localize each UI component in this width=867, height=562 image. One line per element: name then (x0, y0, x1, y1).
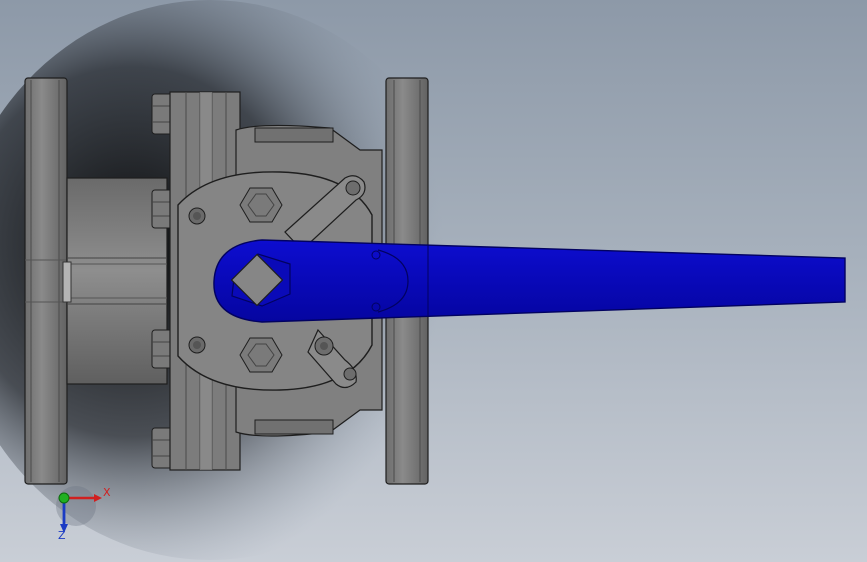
valve-model[interactable] (0, 0, 867, 562)
cad-viewport[interactable]: X Z (0, 0, 867, 562)
left-flange[interactable] (24, 77, 68, 485)
left-pipe-section[interactable] (62, 177, 168, 385)
valve-handle[interactable] (213, 239, 846, 323)
axis-z-label: Z (58, 529, 66, 542)
y-axis-dot (58, 492, 70, 504)
axis-x-label: X (103, 486, 111, 499)
